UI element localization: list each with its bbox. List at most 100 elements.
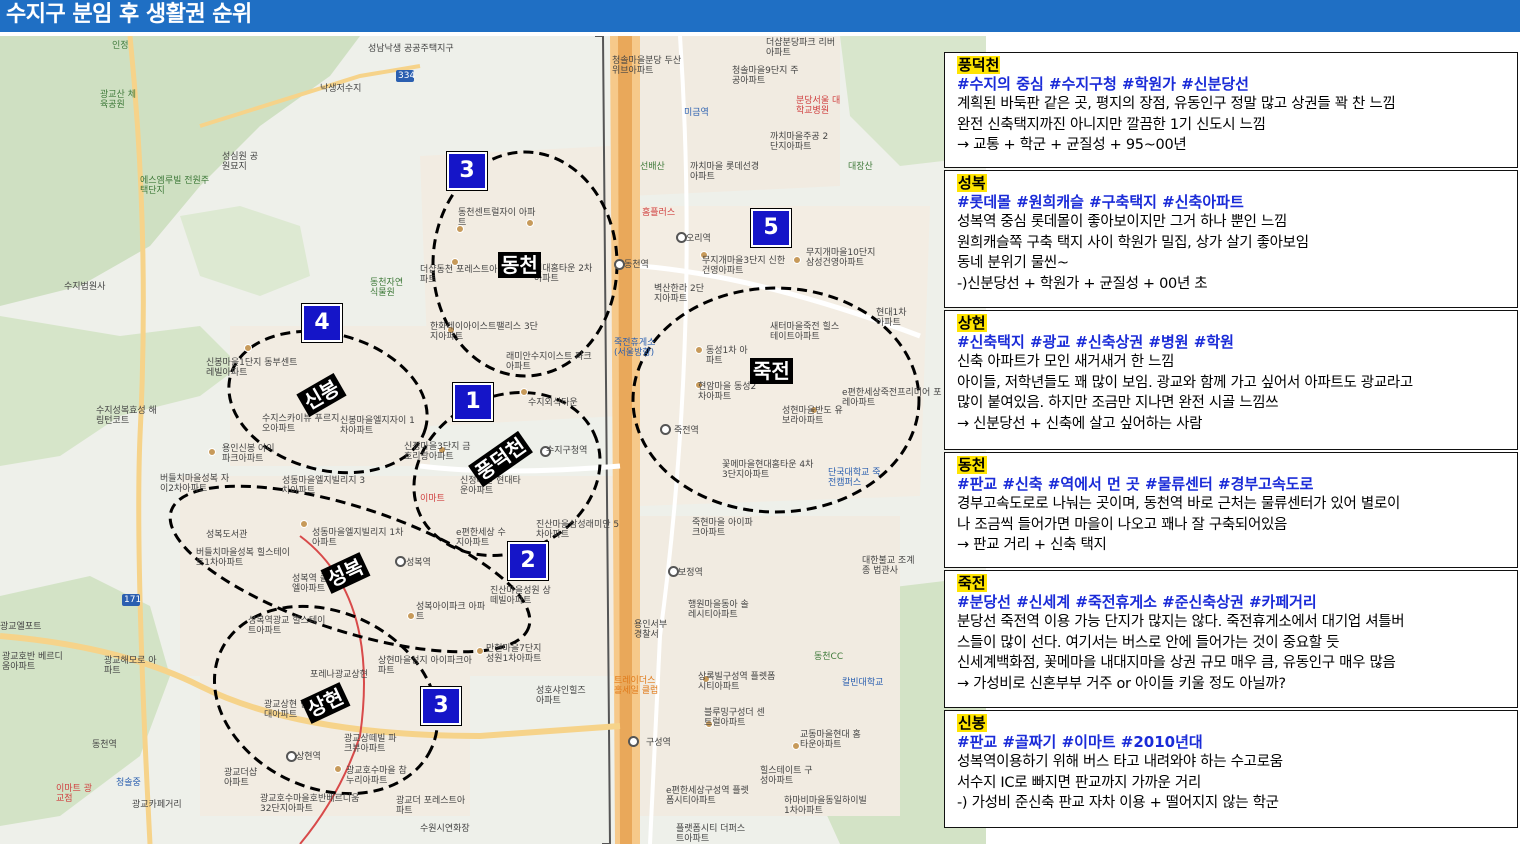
station-marker[interactable] xyxy=(660,424,671,435)
card-line: 계획된 바둑판 같은 곳, 평지의 장점, 유동인구 정말 많고 상권들 꽉 찬… xyxy=(957,96,1396,112)
apartment-marker[interactable] xyxy=(300,520,308,528)
map-view[interactable]: 성남낙생 공공주택지구 334 171 인정 광교산 체육공원 낙생저수지 성심… xyxy=(0,36,986,844)
card-line: → 가성비로 신혼부부 거주 or 아이들 키울 정도 아닐까? xyxy=(957,675,1286,692)
apartment-marker[interactable] xyxy=(407,612,415,620)
card-line: 아이들, 저학년들도 꽤 많이 보임. 광교와 함께 가고 싶어서 아파트도 광… xyxy=(957,374,1413,391)
map-label: 수지스카이뷰 푸르지오아파트 xyxy=(262,414,340,434)
map-label: 새터마을죽전 힐스테이트아파트 xyxy=(770,322,840,342)
apartment-marker[interactable] xyxy=(695,346,703,354)
map-label: 죽전휴게소 (서울방향) xyxy=(614,338,656,358)
card-line: → 교통 + 학군 + 균질성 + 95~00년 xyxy=(957,137,1187,153)
map-label: 버들치마을성복 힐스테이트1차아파트 xyxy=(196,548,290,568)
card-line: 스들이 많이 선다. 여기서는 버스로 안에 들어가는 것이 중요할 듯 xyxy=(957,634,1340,651)
card-tags: #판교 #신축 #역에서 먼 곳 #물류센터 #경부고속도로 xyxy=(957,475,1314,493)
card-line: 성복역이용하기 위해 버스 타고 내려와야 하는 수고로움 xyxy=(957,754,1283,770)
map-label: 용인서부 경찰서 xyxy=(634,620,668,640)
card-line: -) 가성비 준신축 판교 자차 이용 + 떨어지지 않는 학군 xyxy=(957,795,1279,811)
map-label: 진산마을삼성래미안 5차아파트 xyxy=(536,520,620,540)
card-jukjeon: 죽전 #분당선 #신세계 #죽전휴게소 #준신축상권 #카페거리 분당선 죽전역… xyxy=(944,570,1518,708)
apartment-marker[interactable] xyxy=(793,256,801,264)
map-label: 홈플러스 xyxy=(642,208,676,218)
map-label: 동천자연 식물원 xyxy=(370,278,404,298)
card-line: → 신분당선 + 신축에 살고 싶어하는 사람 xyxy=(957,415,1203,432)
map-label: 구성역 xyxy=(646,738,671,748)
map-label: 수지성복효성 해링턴코트 xyxy=(96,406,157,426)
map-label: e편한세상 수지아파트 xyxy=(456,528,506,548)
card-line: 신축 아파트가 모인 새거새거 한 느낌 xyxy=(957,354,1175,370)
station-marker[interactable] xyxy=(395,556,406,567)
card-title: 풍덕천 xyxy=(957,56,1001,74)
map-label: 만현마을7단지 성원1차아파트 xyxy=(486,644,542,664)
card-title: 상현 xyxy=(957,314,987,332)
card-dongcheon: 동천 #판교 #신축 #역에서 먼 곳 #물류센터 #경부고속도로 경부고속도로… xyxy=(944,452,1518,568)
map-label: 이마트 광교점 xyxy=(56,784,92,804)
map-label: 현암마을 동성2차아파트 xyxy=(698,382,757,402)
apartment-marker[interactable] xyxy=(208,448,216,456)
map-label: 미금역 xyxy=(684,108,709,118)
map-label: 성현마을반도 유보라아파트 xyxy=(782,406,843,426)
map-label: 성동마을엘지빌리지 3차아파트 xyxy=(282,476,366,496)
page-title: 수지구 분임 후 생활권 순위 xyxy=(6,2,252,27)
card-line: 원희캐슬쪽 구축 택지 사이 학원가 밀집, 상가 살기 좋아보임 xyxy=(957,234,1309,251)
map-label: 성복역 xyxy=(406,558,431,568)
map-label: 블루밍구성더 센트럴아파트 xyxy=(704,708,765,728)
card-tags: #수지의 중심 #수지구청 #학원가 #신분당선 xyxy=(957,75,1249,93)
map-label: 무지개마을3단지 신한건영아파트 xyxy=(702,256,786,276)
apartment-marker[interactable] xyxy=(476,647,484,655)
map-label: 신봉마을엘지자이 1차아파트 xyxy=(340,416,415,436)
map-label: 청솔중 xyxy=(116,778,141,788)
map-label: 광교더 포레스트아파트 xyxy=(396,796,466,816)
apartment-marker[interactable] xyxy=(792,742,800,750)
ranking-panel: 풍덕천 #수지의 중심 #수지구청 #학원가 #신분당선 계획된 바둑판 같은 … xyxy=(944,52,1520,828)
map-label: 이마트 xyxy=(420,494,445,504)
rank-badge-dongcheon: 3 xyxy=(447,152,487,190)
card-title: 성복 xyxy=(957,174,987,192)
map-label: 보정역 xyxy=(678,568,703,578)
map-label: 칼빈대학교 xyxy=(842,678,884,688)
map-label: e편한세상죽전프리미어 포레아파트 xyxy=(842,388,942,408)
map-label: 까치마을주공 2단지아파트 xyxy=(770,132,829,152)
apartment-marker[interactable] xyxy=(334,765,342,773)
card-tags: #롯데몰 #원희캐슬 #구축택지 #신축아파트 xyxy=(957,193,1244,211)
map-label: 교동마을현대 홈타운아파트 xyxy=(800,730,861,750)
highway-shield-label: 334 xyxy=(398,71,416,81)
map-label: 성호샤인힐즈 아파트 xyxy=(536,686,586,706)
map-label: 낙생저수지 xyxy=(320,84,362,94)
card-sanghyeon: 상현 #신축택지 #광교 #신축상권 #병원 #학원 신축 아파트가 모인 새거… xyxy=(944,310,1518,450)
map-label: 선배산 xyxy=(640,162,665,172)
map-label: 더샵분당파크 리버아파트 xyxy=(766,38,836,58)
apartment-marker[interactable] xyxy=(244,344,252,352)
map-label: e편한세상구성역 플렛폼시티아파트 xyxy=(666,786,749,806)
map-label: 용인신봉 아이파크아파트 xyxy=(222,444,275,464)
card-line: 경부고속도로로 나눠는 곳이며, 동천역 바로 근처는 물류센터가 있어 별로이 xyxy=(957,496,1401,512)
map-label: 죽현마을 아이파크아파트 xyxy=(692,518,753,538)
card-line: -)신분당선 + 학원가 + 균질성 + 00년 초 xyxy=(957,275,1208,292)
card-line: → 판교 거리 + 신축 택지 xyxy=(957,537,1107,553)
map-label: 신봉마을1단지 동부센트레빌아파트 xyxy=(206,358,298,378)
map-label: 수지외식타운 xyxy=(528,398,578,408)
card-line: 많이 붙여있음. 하지만 조금만 지나면 완전 시골 느낌쓰 xyxy=(957,395,1279,411)
card-line: 서수지 IC로 빠지면 판교까지 가까운 거리 xyxy=(957,774,1201,791)
map-label: 수지구청역 xyxy=(546,446,588,456)
map-label: 무지개마을10단지 삼성건영아파트 xyxy=(806,248,876,268)
map-label: 힐스테이트 구성아파트 xyxy=(760,766,813,786)
card-line: 신세계백화점, 꽃메마을 내대지마을 상권 규모 매우 큼, 유동인구 매우 많… xyxy=(957,655,1396,671)
map-label: 동천역 xyxy=(624,260,649,270)
highway-shield-label: 171 xyxy=(124,595,142,605)
card-title: 동천 xyxy=(957,456,987,474)
rank-badge-pungdeokcheon: 1 xyxy=(453,383,493,421)
card-pungdeokcheon: 풍덕천 #수지의 중심 #수지구청 #학원가 #신분당선 계획된 바둑판 같은 … xyxy=(944,52,1518,168)
card-sinbong: 신봉 #판교 #골짜기 #이마트 #2010년대 성복역이용하기 위해 버스 타… xyxy=(944,710,1518,828)
station-marker[interactable] xyxy=(628,736,639,747)
apartment-marker[interactable] xyxy=(520,388,528,396)
map-background xyxy=(0,36,986,844)
map-label: 인정 xyxy=(112,41,129,51)
map-label: 성복아이파크 아파트 xyxy=(416,602,486,622)
card-line: 분당선 죽전역 이용 가능 단지가 많지는 않다. 죽전휴게소에서 대기업 셔틀… xyxy=(957,614,1405,630)
map-label: 광교엘포트 xyxy=(0,622,42,632)
map-label: 수원시연화장 xyxy=(420,824,470,834)
map-label: 광교산 체육공원 xyxy=(100,90,136,110)
map-label: 꽃메마을현대홈타운 4차3단지아파트 xyxy=(722,460,814,480)
map-label: 죽전역 xyxy=(674,426,699,436)
map-label: 광교더샵 아파트 xyxy=(224,768,258,788)
